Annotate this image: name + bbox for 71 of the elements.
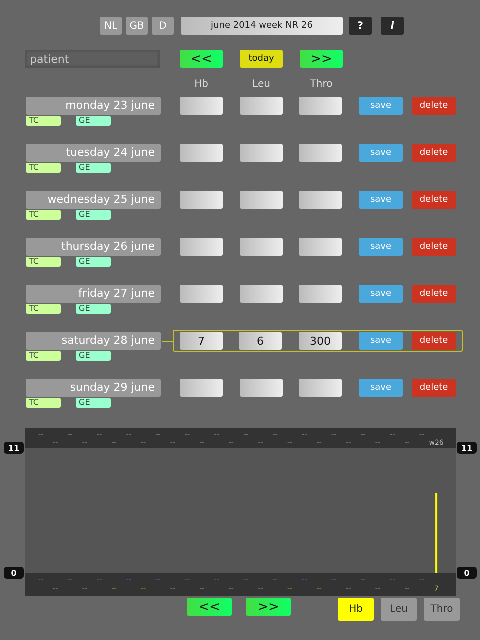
y-tick-label: 11	[4, 442, 24, 454]
day-label: tuesday 24 june	[26, 144, 161, 162]
day-label: wednesday 25 june	[26, 191, 161, 209]
value-field[interactable]	[299, 238, 342, 256]
tag-label[interactable]: TC	[26, 116, 61, 126]
chart-previous-button[interactable]: <<	[187, 598, 232, 616]
delete-button[interactable]: delete	[412, 285, 456, 303]
next-week-button[interactable]: >>	[300, 50, 343, 68]
day-label: monday 23 june	[26, 97, 161, 115]
value-field[interactable]	[240, 238, 283, 256]
column-header: Hb	[194, 79, 210, 92]
y-tick-label: 0	[4, 567, 24, 579]
delete-button[interactable]: delete	[412, 332, 456, 350]
delete-button[interactable]: delete	[412, 97, 456, 115]
delete-button[interactable]: delete	[412, 191, 456, 209]
day-label: thursday 26 june	[26, 238, 161, 256]
y-tick-label: 11	[457, 442, 477, 454]
value-field[interactable]	[299, 285, 342, 303]
tag-label[interactable]: TC	[26, 257, 61, 267]
tag-label[interactable]: GE	[76, 398, 111, 408]
connector-line	[162, 341, 173, 342]
tag-label[interactable]: TC	[26, 163, 61, 173]
series-toggle[interactable]: Thro	[424, 598, 460, 621]
tag-label[interactable]: TC	[26, 351, 61, 361]
value-field[interactable]	[240, 97, 283, 115]
patient-field[interactable]: patient	[25, 50, 160, 68]
tag-label[interactable]: GE	[76, 210, 111, 220]
value-field[interactable]	[240, 285, 283, 303]
value-field[interactable]	[240, 379, 283, 397]
value-field[interactable]: 7	[180, 332, 223, 350]
value-field[interactable]	[299, 144, 342, 162]
day-label: sunday 29 june	[26, 379, 161, 397]
info-button[interactable]: i	[381, 17, 404, 35]
value-field[interactable]	[180, 191, 223, 209]
value-field[interactable]	[180, 379, 223, 397]
previous-week-button[interactable]: <<	[180, 50, 223, 68]
value-field[interactable]	[240, 191, 283, 209]
value-field[interactable]	[240, 144, 283, 162]
value-field[interactable]	[299, 97, 342, 115]
value-field[interactable]: 300	[299, 332, 342, 350]
chart-next-button[interactable]: >>	[246, 598, 291, 616]
delete-button[interactable]: delete	[412, 144, 456, 162]
today-button[interactable]: today	[240, 50, 283, 68]
tag-label[interactable]: TC	[26, 210, 61, 220]
tag-label[interactable]: GE	[76, 351, 111, 361]
tag-label[interactable]: TC	[26, 304, 61, 314]
day-label: saturday 28 june	[26, 332, 161, 350]
delete-button[interactable]: delete	[412, 379, 456, 397]
y-tick-label: 0	[11, 569, 18, 578]
value-field[interactable]	[299, 191, 342, 209]
value-field[interactable]	[180, 97, 223, 115]
tag-label[interactable]: GE	[76, 304, 111, 314]
column-header: Leu	[252, 79, 272, 92]
tag-label[interactable]: TC	[26, 398, 61, 408]
delete-button[interactable]: delete	[412, 238, 456, 256]
value-field[interactable]	[180, 144, 223, 162]
value-field[interactable]	[180, 238, 223, 256]
tag-label[interactable]: GE	[76, 257, 111, 267]
y-tick-label: 11	[8, 444, 20, 453]
column-header: Thro	[309, 79, 334, 92]
day-label: friday 27 june	[26, 285, 161, 303]
value-field[interactable]	[180, 285, 223, 303]
value-field[interactable]: 6	[239, 332, 282, 350]
help-button[interactable]: ?	[349, 17, 372, 35]
series-toggle[interactable]: Hb	[338, 598, 374, 621]
y-tick-label: 0	[457, 567, 477, 579]
period-label: june 2014 week NR 26	[181, 17, 343, 35]
tag-label[interactable]: GE	[76, 116, 111, 126]
value-field[interactable]	[299, 379, 342, 397]
tag-label[interactable]: GE	[76, 163, 111, 173]
series-toggle[interactable]: Leu	[381, 598, 417, 621]
